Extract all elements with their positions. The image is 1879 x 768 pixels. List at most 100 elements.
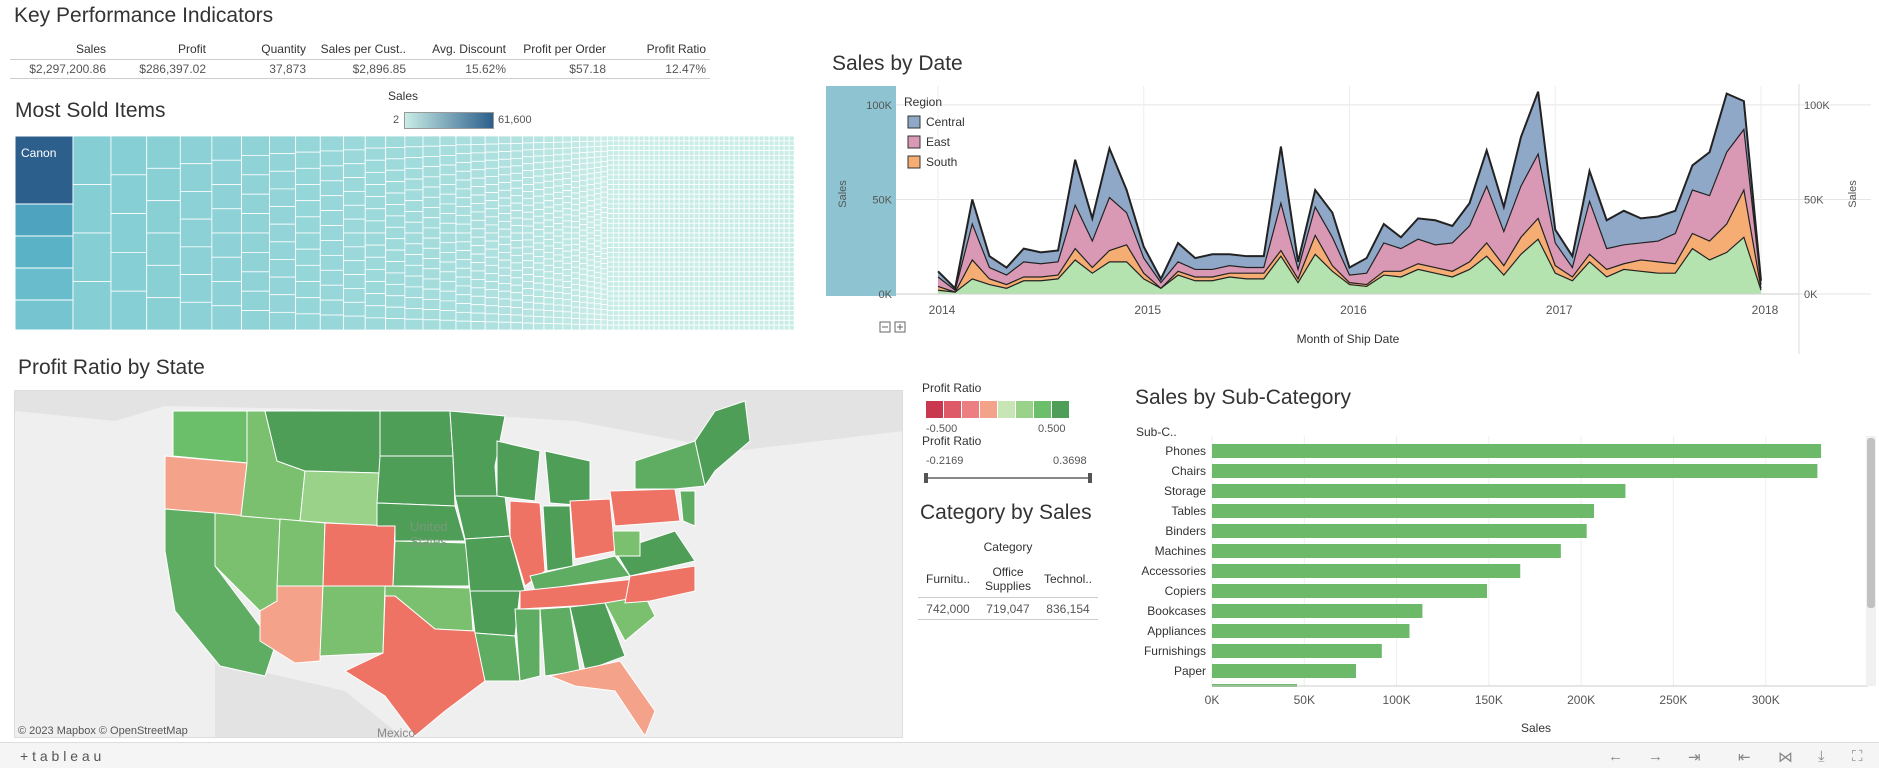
treemap-tile[interactable] [748,242,755,248]
treemap-tile[interactable] [648,198,655,205]
treemap-tile[interactable] [653,310,660,316]
treemap-tile[interactable] [733,285,740,292]
treemap-tile[interactable] [698,198,705,205]
treemap-tile[interactable] [718,300,725,307]
treemap-tile[interactable] [628,227,635,234]
treemap-tile[interactable] [763,184,770,190]
treemap-tile[interactable] [763,315,770,321]
treemap-tile[interactable] [628,164,635,171]
treemap-tile[interactable] [683,232,690,239]
treemap-tile[interactable] [778,285,785,292]
treemap-tile[interactable] [673,136,680,142]
treemap-tile[interactable] [72,136,112,185]
treemap-tile[interactable] [713,305,720,311]
kpi-value[interactable]: $2,297,200.86 [10,62,110,76]
treemap-tile[interactable] [733,247,740,253]
treemap-tile[interactable] [643,169,650,176]
treemap-tile[interactable] [15,299,74,330]
treemap-tile[interactable] [15,235,74,269]
treemap-tile[interactable] [628,222,635,229]
treemap-tile[interactable] [439,310,457,321]
treemap-tile[interactable] [633,136,640,142]
treemap-tile[interactable] [708,237,715,244]
treemap-tile[interactable] [718,164,725,171]
treemap-tile[interactable] [533,189,545,197]
treemap-tile[interactable] [703,159,710,166]
treemap-tile[interactable] [364,184,387,198]
treemap-tile[interactable] [658,193,665,200]
treemap-tile[interactable] [612,324,620,330]
treemap-tile[interactable] [708,247,715,253]
treemap-tile[interactable] [586,232,595,239]
treemap-tile[interactable] [533,222,545,231]
treemap-tile[interactable] [718,184,725,190]
treemap-tile[interactable] [778,193,785,200]
treemap-tile[interactable] [713,232,720,239]
treemap-tile[interactable] [628,179,635,185]
treemap-tile[interactable] [484,224,499,234]
state-new-york[interactable] [634,440,706,490]
treemap-tile[interactable] [733,140,740,147]
treemap-tile[interactable] [633,285,640,292]
treemap-tile[interactable] [738,208,745,214]
treemap-tile[interactable] [470,312,486,322]
treemap-tile[interactable] [600,176,608,183]
treemap-tile[interactable] [673,290,680,297]
subcat-bar[interactable] [1212,504,1595,518]
treemap-tile[interactable] [758,315,765,321]
treemap-tile[interactable] [768,285,775,292]
treemap-tile[interactable] [758,247,765,253]
treemap-tile[interactable] [748,136,755,142]
treemap[interactable]: Canon [15,136,795,330]
treemap-tile[interactable] [668,159,675,166]
state-arkansas[interactable] [469,590,521,637]
treemap-tile[interactable] [648,227,655,234]
treemap-tile[interactable] [738,305,745,311]
treemap-tile[interactable] [673,203,680,210]
treemap-tile[interactable] [618,136,625,142]
treemap-tile[interactable] [571,238,580,245]
treemap-tile[interactable] [510,143,523,152]
treemap-tile[interactable] [586,275,595,282]
treemap-tile[interactable] [693,154,700,161]
treemap-tile[interactable] [606,208,614,214]
treemap-tile[interactable] [343,246,366,262]
treemap-tile[interactable] [484,159,499,169]
treemap-tile[interactable] [708,218,715,224]
treemap-tile[interactable] [788,310,795,316]
treemap-tile[interactable] [678,169,685,176]
treemap-tile[interactable] [738,193,745,200]
legend-swatch[interactable] [907,155,921,169]
treemap-tile[interactable] [623,188,630,195]
treemap-tile[interactable] [579,229,588,237]
treemap-tile[interactable] [693,150,700,156]
treemap-tile[interactable] [658,276,665,282]
treemap-tile[interactable] [713,174,720,181]
treemap-tile[interactable] [723,198,730,205]
treemap-tile[interactable] [633,324,640,330]
treemap-tile[interactable] [728,227,735,234]
treemap-tile[interactable] [638,281,645,287]
treemap-tile[interactable] [663,179,670,185]
treemap-tile[interactable] [683,198,690,205]
treemap-tile[interactable] [678,271,685,278]
treemap-tile[interactable] [778,184,785,190]
treemap-tile[interactable] [663,237,670,244]
treemap-tile[interactable] [733,315,740,321]
treemap-tile[interactable] [606,150,614,156]
treemap-tile[interactable] [728,256,735,263]
treemap-tile[interactable] [723,295,730,302]
treemap-tile[interactable] [612,140,620,147]
treemap-tile[interactable] [571,169,580,177]
treemap-tile[interactable] [343,274,366,289]
treemap-tile[interactable] [533,322,545,330]
treemap-tile[interactable] [633,188,640,195]
treemap-tile[interactable] [753,310,760,316]
treemap-tile[interactable] [728,159,735,166]
treemap-tile[interactable] [698,188,705,195]
treemap-tile[interactable] [773,300,780,307]
treemap-tile[interactable] [593,287,602,294]
treemap-tile[interactable] [586,270,595,277]
treemap-tile[interactable] [522,218,535,227]
treemap-tile[interactable] [623,285,630,292]
